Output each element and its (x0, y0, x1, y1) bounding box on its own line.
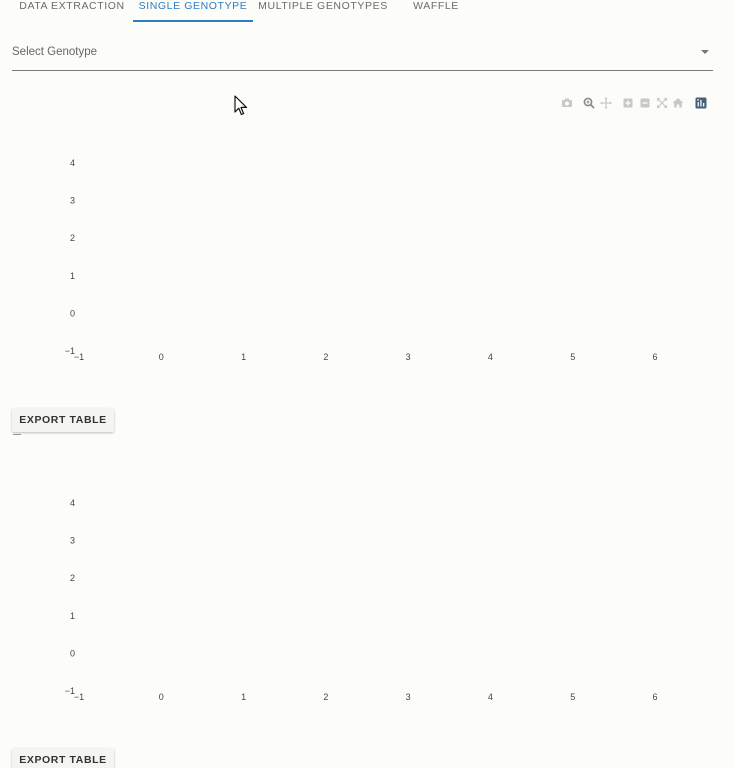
plot-2-svg: −1 0 1 2 3 4 −1 0 1 2 3 4 5 6 (65, 498, 658, 702)
x-tick-label: −1 (74, 692, 84, 702)
tab-waffle[interactable]: WAFFLE (393, 0, 479, 22)
divider-mark (13, 434, 21, 435)
x-axis-ticks: −1 0 1 2 3 4 5 6 (74, 352, 658, 362)
x-tick-label: 4 (488, 352, 493, 362)
x-tick-label: 4 (488, 692, 493, 702)
genotype-select[interactable]: Select Genotype (12, 40, 713, 71)
y-tick-label: 0 (70, 648, 75, 658)
select-placeholder: Select Genotype (12, 46, 98, 58)
y-axis-ticks: −101234 (65, 498, 75, 696)
tab-single-genotype[interactable]: SINGLE GENOTYPE (133, 0, 253, 22)
y-axis-ticks: −101234 (65, 158, 75, 356)
plotly-logo-icon[interactable] (694, 96, 708, 110)
y-tick-label: 3 (70, 196, 75, 206)
y-tick-label: 3 (70, 536, 75, 546)
genotype-plot-1[interactable]: −1 0 1 2 3 4 −1 0 1 2 3 4 5 6 (12, 135, 712, 385)
y-tick-label: 2 (70, 233, 75, 243)
export-table-button-2[interactable]: EXPORT TABLE (12, 748, 114, 768)
pan-icon[interactable] (599, 96, 613, 110)
x-tick-label: 1 (241, 352, 246, 362)
zoom-out-icon[interactable] (638, 96, 652, 110)
y-tick-label: 4 (70, 158, 75, 168)
x-tick-label: 3 (406, 692, 411, 702)
zoom-icon[interactable] (582, 96, 596, 110)
x-tick-label: 5 (570, 352, 575, 362)
caret-down-icon[interactable] (701, 50, 709, 54)
x-tick-label: 0 (159, 352, 164, 362)
autoscale-icon[interactable] (655, 96, 669, 110)
x-tick-label: 1 (241, 692, 246, 702)
y-tick-label: 1 (70, 271, 75, 281)
camera-icon[interactable] (560, 96, 574, 110)
x-tick-label: 3 (406, 352, 411, 362)
y-tick-label: 0 (70, 308, 75, 318)
plot-modebar (560, 96, 710, 112)
y-tick-label: 1 (70, 611, 75, 621)
x-tick-label: 0 (159, 692, 164, 702)
y-tick-label: 4 (70, 498, 75, 508)
tab-data-extraction[interactable]: DATA EXTRACTION (12, 0, 132, 22)
tab-multiple-genotypes[interactable]: MULTIPLE GENOTYPES (254, 0, 392, 22)
y-tick-label: 2 (70, 573, 75, 583)
x-tick-label: −1 (74, 352, 84, 362)
x-tick-label: 6 (652, 352, 657, 362)
zoom-in-icon[interactable] (621, 96, 635, 110)
mouse-cursor-icon (234, 95, 248, 116)
home-icon[interactable] (671, 96, 685, 110)
genotype-plot-2[interactable]: −1 0 1 2 3 4 −1 0 1 2 3 4 5 6 (12, 475, 712, 725)
x-tick-label: 2 (323, 352, 328, 362)
x-tick-label: 6 (652, 692, 657, 702)
tab-bar: DATA EXTRACTION SINGLE GENOTYPE MULTIPLE… (0, 0, 735, 22)
x-axis-ticks: −1 0 1 2 3 4 5 6 (74, 692, 658, 702)
x-tick-label: 5 (570, 692, 575, 702)
plot-1-svg: −1 0 1 2 3 4 −1 0 1 2 3 4 5 6 (65, 158, 658, 362)
x-tick-label: 2 (323, 692, 328, 702)
export-table-button-1[interactable]: EXPORT TABLE (12, 408, 114, 432)
single-genotype-page: DATA EXTRACTION SINGLE GENOTYPE MULTIPLE… (0, 0, 735, 768)
